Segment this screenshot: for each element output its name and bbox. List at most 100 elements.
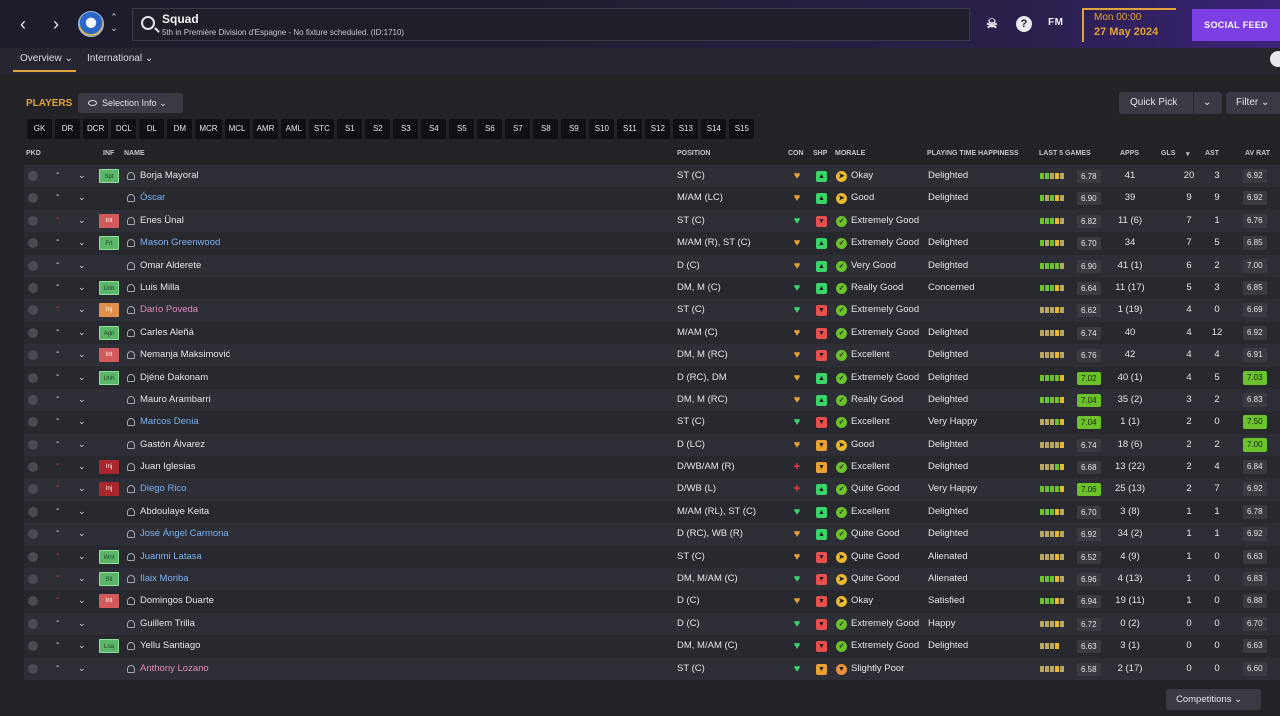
table-row[interactable]: - ⌄ Frt Mason Greenwood M/AM (R), ST (C) ♥ ▲ ✓ E… bbox=[24, 232, 1280, 255]
table-row[interactable]: - ⌄ Spt Borja Mayoral ST (C) ♥ ▲ ➤ Okay Delighted… bbox=[24, 165, 1280, 188]
col-position[interactable]: POSITION bbox=[677, 150, 710, 157]
penalty-kick-indicator-icon[interactable] bbox=[28, 350, 38, 361]
forward-arrow-icon[interactable]: › bbox=[44, 12, 68, 36]
penalty-kick-indicator-icon[interactable] bbox=[28, 484, 38, 495]
table-row[interactable]: - ⌄ José Ángel Carmona D (RC), WB (R) ♥ ▲ ✓ Qui… bbox=[24, 523, 1280, 546]
table-row[interactable]: - ⌄ Anthony Lozano ST (C) ♥ ▼ ▼ Slightly Poor 6.… bbox=[24, 657, 1280, 680]
penalty-kick-indicator-icon[interactable] bbox=[28, 305, 38, 316]
table-row[interactable]: - ⌄ Int Enes Ünal ST (C) ♥ ▼ ✓ Extremely Good 6.8… bbox=[24, 209, 1280, 233]
table-row[interactable]: - ⌄ Inj Diego Rico D/WB (L) ✚ ▲ ✓ Quite Good Very… bbox=[24, 478, 1280, 501]
penalty-kick-indicator-icon[interactable] bbox=[28, 238, 38, 249]
penalty-kick-indicator-icon[interactable] bbox=[28, 417, 38, 428]
table-row[interactable]: - ⌄ Wnt Juanmi Latasa ST (C) ♥ ▼ ➤ Quite Good Ali… bbox=[24, 545, 1280, 569]
position-filter-s6[interactable]: S6 bbox=[477, 119, 503, 139]
table-row[interactable]: - ⌄ Int Domingos Duarte D (C) ♥ ▼ ➤ Okay Satisfie… bbox=[24, 590, 1280, 613]
social-feed-button[interactable]: SOCIAL FEED bbox=[1192, 9, 1280, 41]
fm-logo[interactable]: FM bbox=[1048, 17, 1063, 28]
penalty-kick-indicator-icon[interactable] bbox=[28, 596, 38, 607]
penalty-kick-indicator-icon[interactable] bbox=[28, 641, 38, 652]
chevron-down-icon[interactable]: ⌄ bbox=[78, 439, 86, 450]
chevron-down-icon[interactable]: ⌄ bbox=[78, 215, 86, 226]
continue-date[interactable]: Mon 00:00 27 May 2024 bbox=[1082, 8, 1176, 42]
position-filter-s4[interactable]: S4 bbox=[421, 119, 447, 139]
chevron-down-icon[interactable]: ⌄ bbox=[78, 618, 86, 629]
position-filter-s15[interactable]: S15 bbox=[729, 119, 755, 139]
table-row[interactable]: - ⌄ Gastón Álvarez D (LC) ♥ ▼ ➤ Good Delighted 6.… bbox=[24, 433, 1280, 457]
info-badge[interactable]: Agn bbox=[99, 325, 119, 340]
sort-descending-icon[interactable]: ▾ bbox=[1186, 150, 1190, 158]
col-name[interactable]: NAME bbox=[124, 150, 145, 157]
penalty-kick-indicator-icon[interactable] bbox=[28, 551, 38, 562]
selection-info-button[interactable]: Selection Info ⌄ bbox=[78, 93, 183, 113]
player-name[interactable]: Gastón Álvarez bbox=[140, 439, 205, 450]
player-name[interactable]: Mason Greenwood bbox=[140, 237, 220, 248]
position-filter-dcl[interactable]: DCL bbox=[111, 119, 137, 139]
table-row[interactable]: - ⌄ Slt Ilaix Moriba DM, M/AM (C) ♥ ▼ ➤ Quite Go… bbox=[24, 568, 1280, 591]
chevron-down-icon[interactable]: ⌄ bbox=[78, 595, 86, 606]
info-badge[interactable]: Wnt bbox=[99, 549, 119, 564]
penalty-kick-indicator-icon[interactable] bbox=[28, 462, 38, 473]
position-filter-s9[interactable]: S9 bbox=[561, 119, 587, 139]
chevron-down-icon[interactable]: ⌄ bbox=[78, 349, 86, 360]
player-name[interactable]: José Ángel Carmona bbox=[140, 528, 229, 539]
info-badge[interactable]: Int bbox=[99, 348, 119, 363]
penalty-kick-indicator-icon[interactable] bbox=[28, 260, 38, 271]
player-name[interactable]: Diego Rico bbox=[140, 483, 186, 494]
position-filter-s5[interactable]: S5 bbox=[449, 119, 475, 139]
info-badge[interactable]: Spt bbox=[99, 169, 119, 183]
position-filter-s12[interactable]: S12 bbox=[645, 119, 671, 139]
chevron-down-icon[interactable]: ⌄ bbox=[78, 260, 86, 271]
tab-overview[interactable]: Overview ⌄ bbox=[20, 53, 73, 64]
chevron-down-icon[interactable]: ⌄ bbox=[78, 640, 86, 651]
info-badge[interactable]: Inj bbox=[99, 482, 119, 497]
club-switch-arrows-icon[interactable]: ⌃ ⌄ bbox=[108, 12, 120, 36]
position-filter-s10[interactable]: S10 bbox=[589, 119, 615, 139]
penalty-kick-indicator-icon[interactable] bbox=[28, 372, 38, 383]
table-row[interactable]: - ⌄ Unh Luis Milla DM, M (C) ♥ ▲ ✓ Really Good Co… bbox=[24, 276, 1280, 300]
col-shp[interactable]: SHP bbox=[813, 150, 827, 157]
skull-icon[interactable]: ☠ bbox=[984, 16, 1000, 32]
penalty-kick-indicator-icon[interactable] bbox=[28, 171, 38, 181]
position-filter-dl[interactable]: DL bbox=[139, 119, 165, 139]
penalty-kick-indicator-icon[interactable] bbox=[28, 506, 38, 517]
chevron-down-icon[interactable]: ⌄ bbox=[78, 416, 86, 427]
position-filter-dcr[interactable]: DCR bbox=[83, 119, 109, 139]
position-filter-s7[interactable]: S7 bbox=[505, 119, 531, 139]
player-name[interactable]: Domingos Duarte bbox=[140, 595, 214, 606]
chevron-down-icon[interactable]: ⌄ bbox=[78, 304, 86, 315]
position-filter-stc[interactable]: STC bbox=[309, 119, 335, 139]
position-filter-dm[interactable]: DM bbox=[167, 119, 193, 139]
player-name[interactable]: Darío Poveda bbox=[140, 304, 198, 315]
info-badge[interactable]: Frt bbox=[99, 236, 119, 251]
player-name[interactable]: Luis Milla bbox=[140, 282, 180, 293]
penalty-kick-indicator-icon[interactable] bbox=[28, 215, 38, 226]
col-playing-time-happiness[interactable]: PLAYING TIME HAPPINESS bbox=[927, 150, 1019, 157]
player-name[interactable]: Anthony Lozano bbox=[140, 663, 209, 674]
position-filter-s11[interactable]: S11 bbox=[617, 119, 643, 139]
penalty-kick-indicator-icon[interactable] bbox=[28, 663, 38, 674]
position-filter-s3[interactable]: S3 bbox=[393, 119, 419, 139]
info-badge[interactable]: Slt bbox=[99, 572, 119, 587]
position-filter-s8[interactable]: S8 bbox=[533, 119, 559, 139]
player-name[interactable]: Guillem Trilla bbox=[140, 618, 195, 629]
col-gls[interactable]: GLS bbox=[1161, 150, 1175, 157]
player-name[interactable]: Marcos Denia bbox=[140, 416, 199, 427]
info-badge[interactable]: Int bbox=[99, 213, 119, 228]
table-row[interactable]: - ⌄ Unh Djéné Dakonam D (RC), DM ♥ ▲ ✓ Extremely… bbox=[24, 366, 1280, 389]
position-filter-aml[interactable]: AML bbox=[281, 119, 307, 139]
table-row[interactable]: - ⌄ Int Nemanja Maksimović DM, M (RC) ♥ ▼ ✓ Exce… bbox=[24, 344, 1280, 367]
table-row[interactable]: - ⌄ Abdoulaye Keita M/AM (RL), ST (C) ♥ ▲ ✓ Exc… bbox=[24, 500, 1280, 524]
player-name[interactable]: Abdoulaye Keita bbox=[140, 506, 209, 517]
player-name[interactable]: Enes Ünal bbox=[140, 215, 184, 226]
player-name[interactable]: Nemanja Maksimović bbox=[140, 349, 230, 360]
info-badge[interactable]: Inj bbox=[99, 303, 119, 318]
position-filter-gk[interactable]: GK bbox=[27, 119, 52, 139]
quick-pick-button[interactable]: Quick Pick ⌄ bbox=[1119, 92, 1222, 114]
col-last-5-games[interactable]: LAST 5 GAMES bbox=[1039, 150, 1091, 157]
player-name[interactable]: Borja Mayoral bbox=[140, 170, 199, 181]
penalty-kick-indicator-icon[interactable] bbox=[28, 529, 38, 540]
player-name[interactable]: Óscar bbox=[140, 192, 165, 203]
side-panel-toggle-icon[interactable] bbox=[1270, 51, 1280, 67]
table-row[interactable]: - ⌄ Inj Darío Poveda ST (C) ♥ ▼ ✓ Extremely Good… bbox=[24, 299, 1280, 322]
position-filter-s2[interactable]: S2 bbox=[365, 119, 391, 139]
